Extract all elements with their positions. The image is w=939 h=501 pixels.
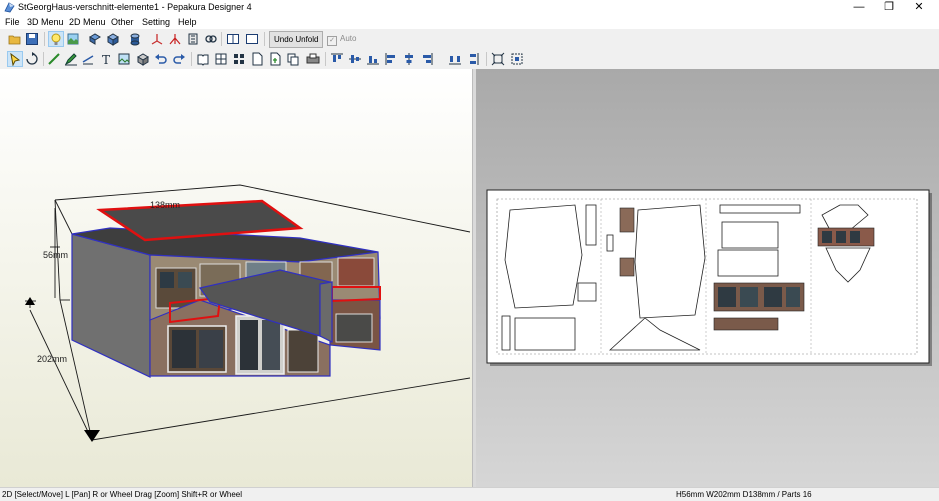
dim-depth-label: 202mm [37,354,67,364]
undo-unfold-button[interactable]: Undo Unfold [269,31,324,48]
status-hint: 2D [Select/Move] L [Pan] R or Wheel Drag… [2,490,243,499]
status-model-info: H56mm W202mm D138mm / Parts 16 [676,490,812,499]
depth-arrow [84,430,100,442]
align-middle-icon[interactable] [348,52,362,66]
book-icon[interactable] [196,52,210,66]
select-icon[interactable] [7,51,23,67]
image-icon[interactable] [117,52,131,66]
pen-icon[interactable] [64,52,78,66]
split-view-icon[interactable] [226,32,240,46]
align-bottom-icon[interactable] [366,52,380,66]
edit-toolbar: T [0,49,939,70]
cylinder-icon[interactable] [128,32,142,46]
edit-line-icon[interactable] [47,52,61,66]
auto-label: Auto [340,34,357,43]
print-icon[interactable] [306,52,320,66]
window-title: StGeorgHaus-verschnitt-elemente1 - Pepak… [18,2,252,12]
auto-checkbox[interactable]: ✓ Auto [327,32,356,46]
wing-edge [319,281,333,343]
single-view-icon[interactable] [245,32,259,46]
menu-file[interactable]: File [5,16,20,28]
3d-scene: 138mm 56mm 202mm [25,184,471,442]
left-wall [71,233,151,378]
dist-vertical-icon[interactable] [466,52,480,66]
title-bar: StGeorgHaus-verschnitt-elemente1 - Pepak… [0,0,939,15]
menu-other[interactable]: Other [111,16,134,28]
right-window [335,313,373,343]
page-add-icon[interactable] [268,52,282,66]
menu-bar: File 3D Menu 2D Menu Other Setting Help [0,15,939,29]
main-toolbar: Undo Unfold ✓ Auto [0,29,939,50]
rotate-icon[interactable] [25,52,39,66]
redo-icon[interactable] [172,52,186,66]
texture-icon[interactable] [66,32,80,46]
light-icon[interactable] [48,31,64,47]
mirror-icon[interactable] [186,32,200,46]
undo-icon[interactable] [154,52,168,66]
pepakura-app-icon [4,2,15,13]
axis-icon[interactable] [150,32,164,46]
unfold-icon[interactable] [88,32,102,46]
box-icon[interactable] [136,52,150,66]
copy-icon[interactable] [286,52,300,66]
fit-select-icon[interactable] [510,52,524,66]
fit-page-icon[interactable] [491,52,505,66]
menu-help[interactable]: Help [178,16,197,28]
menu-2d[interactable]: 2D Menu [69,16,106,28]
menu-3d[interactable]: 3D Menu [27,16,64,28]
link-icon[interactable] [204,32,218,46]
svg-text:T: T [102,53,110,66]
status-bar: 2D [Select/Move] L [Pan] R or Wheel Drag… [0,487,939,501]
dim-height-label: 56mm [43,250,68,260]
dim-width-label: 138mm [150,200,180,210]
line-icon[interactable] [81,52,95,66]
page-icon[interactable] [250,52,264,66]
align-top-icon[interactable] [330,52,344,66]
menu-setting[interactable]: Setting [142,16,170,28]
dist-horizontal-icon[interactable] [448,52,462,66]
cube-icon[interactable] [106,32,120,46]
close-button[interactable]: ✕ [899,0,939,15]
align-left-icon[interactable] [384,52,398,66]
2d-sheet-canvas [486,189,932,366]
save-icon[interactable] [25,32,39,46]
3d-view[interactable]: 138mm 56mm 202mm [0,69,472,487]
grid-icon[interactable] [214,52,228,66]
open-icon[interactable] [8,32,22,46]
text-icon[interactable]: T [99,52,113,66]
align-right-icon[interactable] [420,52,434,66]
flip-icon[interactable] [168,32,182,46]
pattern-icon[interactable] [232,52,246,66]
2d-view[interactable] [476,69,939,487]
align-center-icon[interactable] [402,52,416,66]
check-icon: ✓ [327,36,337,46]
